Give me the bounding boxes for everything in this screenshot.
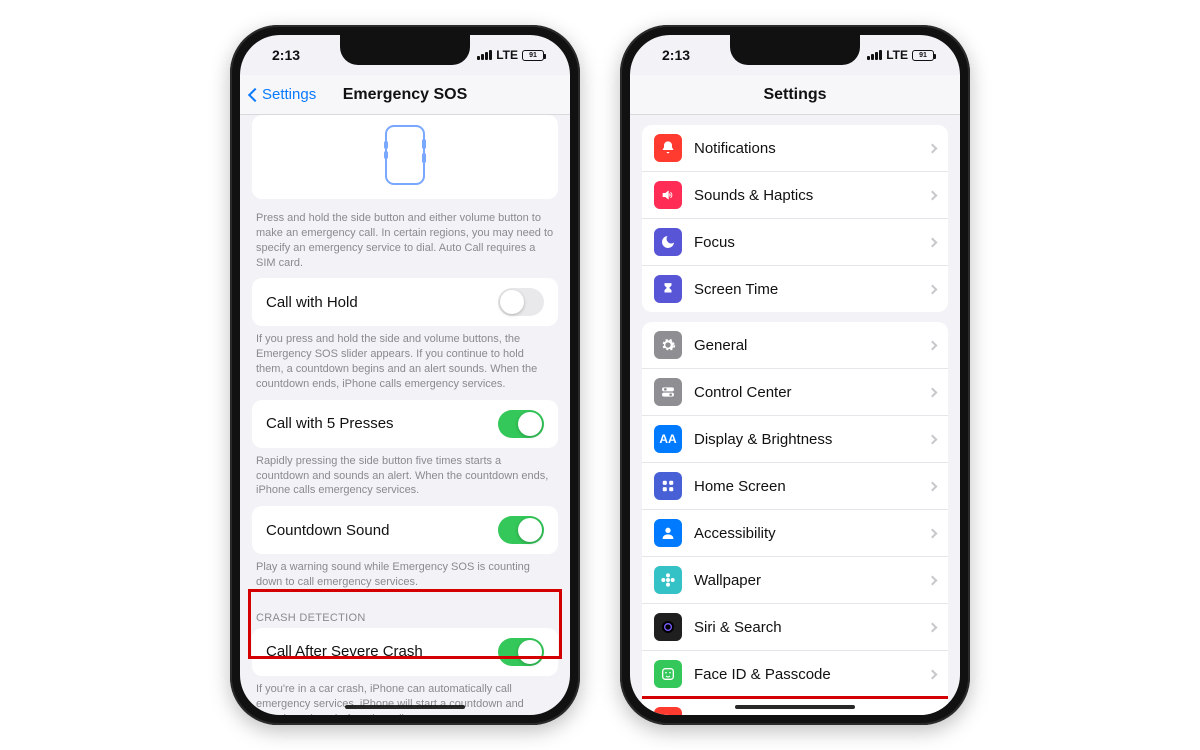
chevron-right-icon bbox=[928, 669, 938, 679]
navbar: Settings Emergency SOS bbox=[240, 75, 570, 115]
call-after-crash-label: Call After Severe Crash bbox=[266, 643, 423, 660]
settings-row-notifications[interactable]: Notifications bbox=[642, 125, 948, 172]
row-call-after-crash: Call After Severe Crash bbox=[252, 628, 558, 676]
crash-section-header: CRASH DETECTION bbox=[240, 598, 570, 628]
sound-footnote: Play a warning sound while Emergency SOS… bbox=[240, 554, 570, 598]
countdown-sound-label: Countdown Sound bbox=[266, 522, 389, 539]
signal-icon bbox=[477, 50, 492, 60]
page-title: Emergency SOS bbox=[343, 86, 468, 104]
SOS-icon: SOS bbox=[654, 707, 682, 715]
settings-group-2: General Control Center AA Display & Brightn… bbox=[642, 322, 948, 715]
chevron-right-icon bbox=[928, 528, 938, 538]
back-button[interactable]: Settings bbox=[250, 86, 316, 103]
row-label: General bbox=[694, 337, 917, 354]
notch bbox=[730, 35, 860, 65]
countdown-sound-toggle[interactable] bbox=[498, 516, 544, 544]
row-label: Notifications bbox=[694, 140, 917, 157]
row-label: Siri & Search bbox=[694, 619, 917, 636]
grid-icon bbox=[654, 472, 682, 500]
chevron-right-icon bbox=[928, 622, 938, 632]
phone-left: 2:13 LTE 91 Settings Emergency SOS Press… bbox=[230, 25, 580, 725]
row-label: Control Center bbox=[694, 384, 917, 401]
settings-row-sounds-haptics[interactable]: Sounds & Haptics bbox=[642, 172, 948, 219]
call-with-5-label: Call with 5 Presses bbox=[266, 415, 394, 432]
face-icon bbox=[654, 660, 682, 688]
call-after-crash-toggle[interactable] bbox=[498, 638, 544, 666]
flower-icon bbox=[654, 566, 682, 594]
row-label: Home Screen bbox=[694, 478, 917, 495]
five-footnote: Rapidly pressing the side button five ti… bbox=[240, 448, 570, 507]
settings-row-screen-time[interactable]: Screen Time bbox=[642, 266, 948, 312]
hero-footnote: Press and hold the side button and eithe… bbox=[240, 205, 570, 278]
emergency-sos-content[interactable]: Press and hold the side button and eithe… bbox=[240, 115, 570, 715]
phone-right: 2:13 LTE 91 Settings Notifications Sounds… bbox=[620, 25, 970, 725]
gear-icon bbox=[654, 331, 682, 359]
row-label: Display & Brightness bbox=[694, 431, 917, 448]
settings-row-general[interactable]: General bbox=[642, 322, 948, 369]
hold-footnote: If you press and hold the side and volum… bbox=[240, 326, 570, 399]
switches-icon bbox=[654, 378, 682, 406]
chevron-right-icon bbox=[928, 237, 938, 247]
status-time: 2:13 bbox=[272, 47, 300, 63]
chevron-right-icon bbox=[928, 387, 938, 397]
chevron-left-icon bbox=[248, 87, 262, 101]
row-label: Focus bbox=[694, 234, 917, 251]
AA-icon: AA bbox=[654, 425, 682, 453]
row-label: Face ID & Passcode bbox=[694, 666, 917, 683]
settings-row-face-id-passcode[interactable]: Face ID & Passcode bbox=[642, 651, 948, 698]
chevron-right-icon bbox=[928, 340, 938, 350]
chevron-right-icon bbox=[928, 575, 938, 585]
home-indicator[interactable] bbox=[345, 705, 465, 709]
chevron-right-icon bbox=[928, 190, 938, 200]
row-label: Wallpaper bbox=[694, 572, 917, 589]
call-with-5-toggle[interactable] bbox=[498, 410, 544, 438]
status-time: 2:13 bbox=[662, 47, 690, 63]
battery-icon: 91 bbox=[912, 50, 934, 61]
hero-illustration bbox=[252, 115, 558, 199]
chevron-right-icon bbox=[928, 481, 938, 491]
crash-footnote: If you're in a car crash, iPhone can aut… bbox=[240, 676, 570, 715]
settings-content[interactable]: Notifications Sounds & Haptics Focus Screen… bbox=[630, 115, 960, 715]
chevron-right-icon bbox=[928, 434, 938, 444]
settings-group-1: Notifications Sounds & Haptics Focus Screen… bbox=[642, 125, 948, 312]
navbar: Settings bbox=[630, 75, 960, 115]
settings-row-display-brightness[interactable]: AA Display & Brightness bbox=[642, 416, 948, 463]
settings-row-wallpaper[interactable]: Wallpaper bbox=[642, 557, 948, 604]
chevron-right-icon bbox=[928, 284, 938, 294]
row-label: Accessibility bbox=[694, 525, 917, 542]
row-label: Emergency SOS bbox=[694, 713, 917, 716]
row-countdown-sound: Countdown Sound bbox=[252, 506, 558, 554]
settings-row-focus[interactable]: Focus bbox=[642, 219, 948, 266]
chevron-right-icon bbox=[928, 143, 938, 153]
back-label: Settings bbox=[262, 86, 316, 103]
signal-icon bbox=[867, 50, 882, 60]
settings-row-control-center[interactable]: Control Center bbox=[642, 369, 948, 416]
carrier-label: LTE bbox=[886, 48, 908, 62]
carrier-label: LTE bbox=[496, 48, 518, 62]
settings-row-home-screen[interactable]: Home Screen bbox=[642, 463, 948, 510]
row-call-with-hold: Call with Hold bbox=[252, 278, 558, 326]
row-label: Screen Time bbox=[694, 281, 917, 298]
moon-icon bbox=[654, 228, 682, 256]
home-indicator[interactable] bbox=[735, 705, 855, 709]
settings-row-siri-search[interactable]: Siri & Search bbox=[642, 604, 948, 651]
notch bbox=[340, 35, 470, 65]
row-call-with-5: Call with 5 Presses bbox=[252, 400, 558, 448]
call-with-hold-toggle[interactable] bbox=[498, 288, 544, 316]
speaker-icon bbox=[654, 181, 682, 209]
battery-icon: 91 bbox=[522, 50, 544, 61]
siri-icon bbox=[654, 613, 682, 641]
hourglass-icon bbox=[654, 275, 682, 303]
person-icon bbox=[654, 519, 682, 547]
settings-row-accessibility[interactable]: Accessibility bbox=[642, 510, 948, 557]
bell-icon bbox=[654, 134, 682, 162]
row-label: Sounds & Haptics bbox=[694, 187, 917, 204]
page-title: Settings bbox=[763, 86, 826, 104]
call-with-hold-label: Call with Hold bbox=[266, 294, 358, 311]
